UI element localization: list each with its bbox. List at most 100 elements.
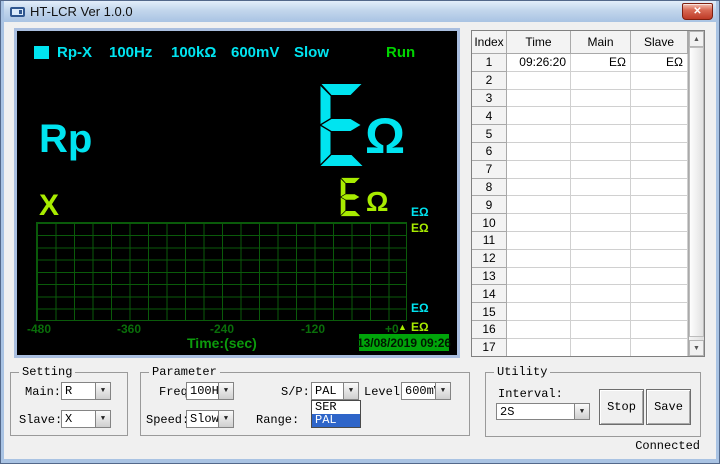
table-row[interactable]: 12 <box>472 250 704 268</box>
interval-combo[interactable]: 2S ▼ <box>496 403 590 420</box>
seven-segment-E-icon <box>337 177 364 217</box>
close-icon: ✕ <box>693 6 701 17</box>
speed-combo[interactable]: Slow ▼ <box>186 410 234 428</box>
status-range: 100kΩ <box>171 44 216 61</box>
row-data-cell <box>631 107 688 125</box>
row-data-cell <box>571 107 631 125</box>
freq-combo[interactable]: 100Hz ▼ <box>186 382 234 400</box>
row-data-cell <box>571 321 631 339</box>
row-index-cell: 4 <box>472 107 507 125</box>
chevron-down-icon[interactable]: ▼ <box>218 383 233 399</box>
row-data-cell <box>507 90 571 108</box>
row-data-cell <box>507 107 571 125</box>
row-data-cell <box>507 179 571 197</box>
table-row[interactable]: 14 <box>472 285 704 303</box>
stop-button[interactable]: Stop <box>599 389 644 425</box>
row-data-cell <box>631 285 688 303</box>
row-index-cell: 14 <box>472 285 507 303</box>
slave-combo[interactable]: X ▼ <box>61 410 111 428</box>
table-row[interactable]: 8 <box>472 179 704 197</box>
table-row[interactable]: 3 <box>472 90 704 108</box>
table-row[interactable]: 13 <box>472 268 704 286</box>
main-parameter-label: Rp <box>39 119 92 159</box>
level-combo[interactable]: 600mV ▼ <box>401 382 451 400</box>
main-label: Main: <box>25 386 61 398</box>
chevron-down-icon[interactable]: ▼ <box>574 404 589 419</box>
table-row[interactable]: 5 <box>472 125 704 143</box>
setting-group: Setting Main: R ▼ Slave: X ▼ <box>10 372 128 436</box>
table-scrollbar[interactable]: ▲ ▼ <box>688 31 704 356</box>
setting-group-title: Setting <box>19 365 75 379</box>
table-row[interactable]: 10 <box>472 214 704 232</box>
row-data-cell <box>631 179 688 197</box>
scroll-down-icon[interactable]: ▼ <box>689 340 704 356</box>
close-button[interactable]: ✕ <box>682 3 713 20</box>
chevron-down-icon[interactable]: ▼ <box>343 383 358 399</box>
table-row[interactable]: 6 <box>472 143 704 161</box>
sp-combo[interactable]: PAL ▼ <box>311 382 359 400</box>
row-data-cell <box>571 143 631 161</box>
row-data-cell <box>507 268 571 286</box>
row-data-cell <box>631 232 688 250</box>
table-row[interactable]: 17 <box>472 339 704 357</box>
scale-top-main: EΩ <box>411 206 429 218</box>
chevron-down-icon[interactable]: ▼ <box>95 383 110 399</box>
dropdown-option-pal[interactable]: PAL <box>312 414 360 427</box>
row-data-cell <box>507 143 571 161</box>
row-data-cell <box>507 303 571 321</box>
table-row[interactable]: 15 <box>472 303 704 321</box>
status-mode: Rp-X <box>57 44 92 61</box>
header-index: Index <box>472 31 507 54</box>
row-data-cell <box>631 214 688 232</box>
table-row[interactable]: 16 <box>472 321 704 339</box>
row-data-cell <box>571 196 631 214</box>
axis-tick: -480 <box>27 323 51 335</box>
table-row[interactable]: 4 <box>472 107 704 125</box>
chevron-down-icon[interactable]: ▼ <box>218 411 233 427</box>
speed-label: Speed: <box>146 414 189 426</box>
scrollbar-thumb[interactable] <box>689 47 704 337</box>
status-speed: Slow <box>294 44 329 61</box>
row-data-cell <box>507 250 571 268</box>
table-row[interactable]: 2 <box>472 72 704 90</box>
save-button[interactable]: Save <box>646 389 691 425</box>
row-index-cell: 8 <box>472 179 507 197</box>
header-main: Main <box>571 31 631 54</box>
row-index-cell: 17 <box>472 339 507 357</box>
axis-tick: -240 <box>210 323 234 335</box>
row-index-cell: 15 <box>472 303 507 321</box>
level-combo-value: 600mV <box>402 383 435 399</box>
chevron-down-icon[interactable]: ▼ <box>95 411 110 427</box>
row-data-cell <box>507 285 571 303</box>
title-bar: HT-LCR Ver 1.0.0 <box>4 1 716 22</box>
table-row[interactable]: 9 <box>472 196 704 214</box>
row-data-cell <box>571 90 631 108</box>
row-index-cell: 1 <box>472 54 507 72</box>
window-title: HT-LCR Ver 1.0.0 <box>30 4 133 19</box>
status-square-icon <box>34 46 49 59</box>
table-row[interactable]: 7 <box>472 161 704 179</box>
header-slave: Slave <box>631 31 688 54</box>
slave-label: Slave: <box>19 414 62 426</box>
table-row[interactable]: 11 <box>472 232 704 250</box>
window-body: Rp-X 100Hz 100kΩ 600mV Slow Run Rp Ω X <box>4 22 716 459</box>
scroll-up-icon[interactable]: ▲ <box>689 31 704 47</box>
row-index-cell: 6 <box>472 143 507 161</box>
table-row[interactable]: 109:26:20EΩEΩ <box>472 54 704 72</box>
row-data-cell <box>571 268 631 286</box>
axis-tick: -360 <box>117 323 141 335</box>
row-data-cell <box>631 196 688 214</box>
row-data-cell <box>631 90 688 108</box>
row-data-cell <box>571 250 631 268</box>
axis-tick: -120 <box>301 323 325 335</box>
row-data-cell: EΩ <box>631 54 688 72</box>
sp-dropdown-list: SER PAL <box>311 400 361 428</box>
lcd-display: Rp-X 100Hz 100kΩ 600mV Slow Run Rp Ω X <box>14 28 460 358</box>
main-unit: Ω <box>365 111 405 161</box>
row-index-cell: 16 <box>472 321 507 339</box>
main-combo[interactable]: R ▼ <box>61 382 111 400</box>
row-index-cell: 7 <box>472 161 507 179</box>
row-data-cell <box>571 125 631 143</box>
scale-top-secondary: EΩ <box>411 222 429 234</box>
chevron-down-icon[interactable]: ▼ <box>435 383 450 399</box>
